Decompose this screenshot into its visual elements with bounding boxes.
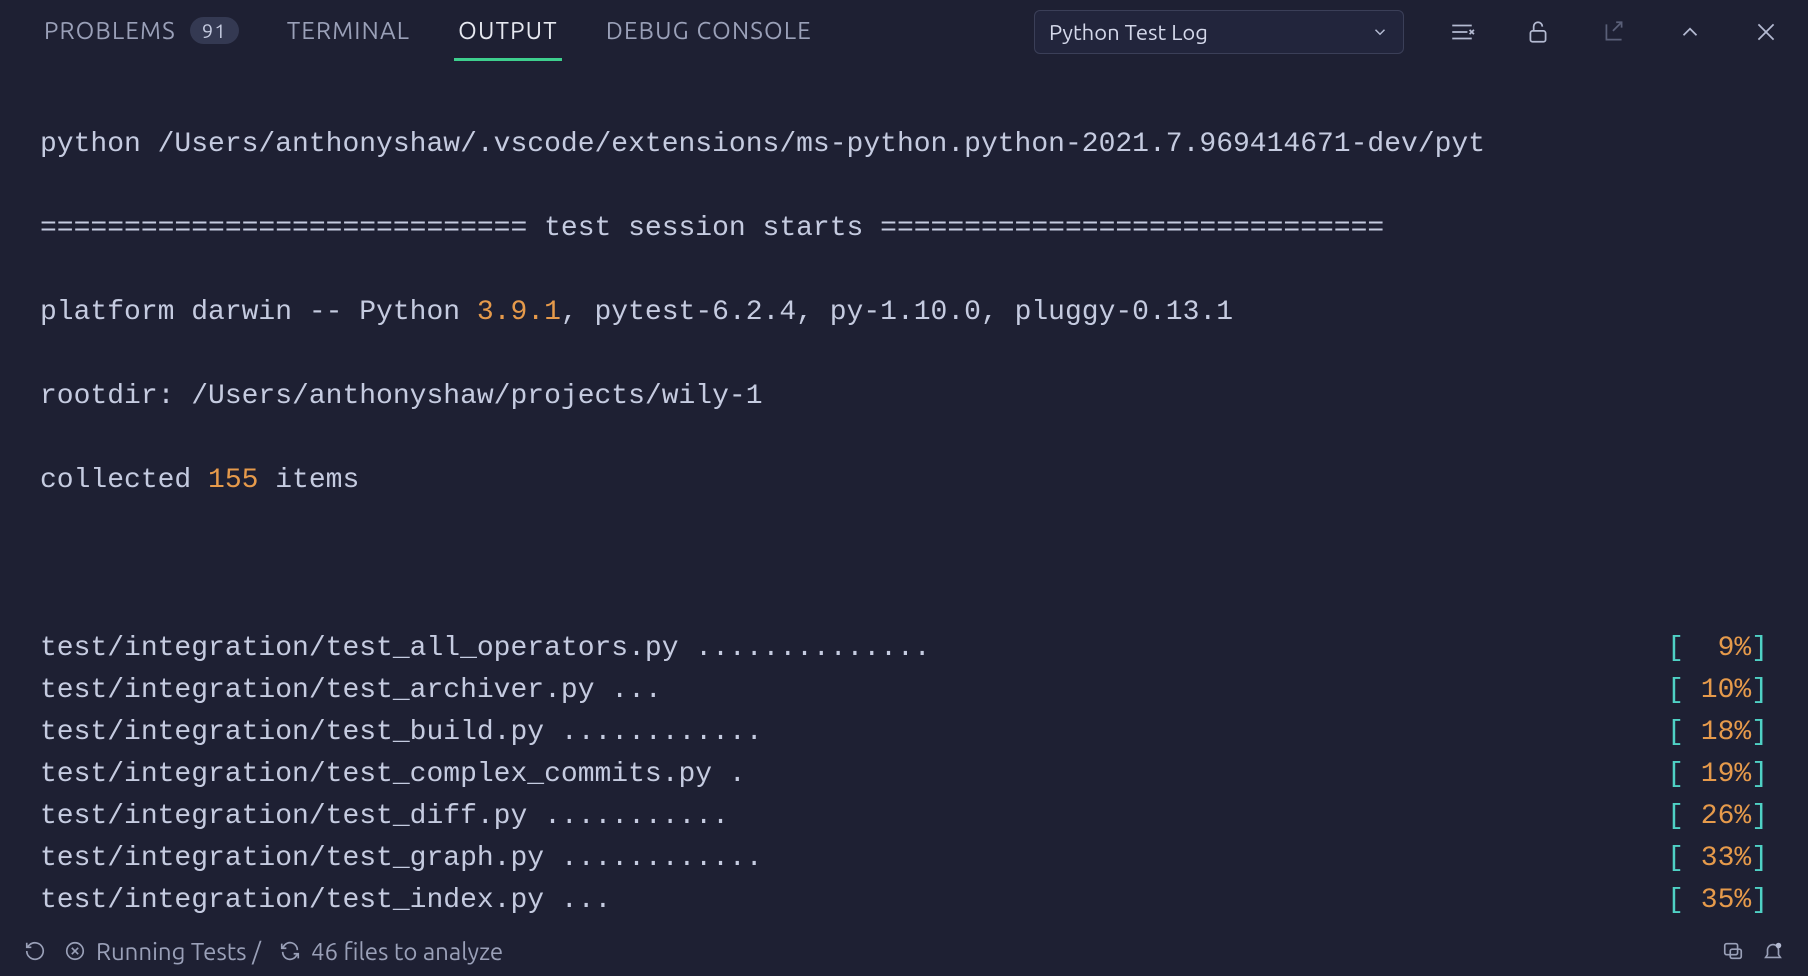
tab-problems[interactable]: PROBLEMS 91	[40, 3, 243, 61]
panel-tabs: PROBLEMS 91 TERMINAL OUTPUT DEBUG CONSOL…	[0, 0, 1808, 64]
close-panel-icon[interactable]	[1748, 14, 1784, 50]
maximize-panel-icon[interactable]	[1672, 14, 1708, 50]
test-result-line: test/integration/test_diff.py ..........…	[40, 796, 1768, 838]
blank-line	[40, 544, 1768, 586]
tab-terminal[interactable]: TERMINAL	[283, 3, 414, 61]
test-percent: [ 35%]	[1667, 880, 1768, 922]
test-result-line: test/integration/test_archiver.py ... [ 1…	[40, 670, 1768, 712]
tab-debug-console[interactable]: DEBUG CONSOLE	[602, 3, 816, 61]
status-history-icon[interactable]	[24, 940, 46, 962]
test-result-line: test/integration/test_all_operators.py .…	[40, 628, 1768, 670]
test-result-line: test/integration/test_complex_commits.py…	[40, 754, 1768, 796]
test-percent: [ 18%]	[1667, 712, 1768, 754]
test-path: test/integration/test_complex_commits.py…	[40, 754, 746, 796]
problems-count-badge: 91	[190, 17, 239, 44]
open-log-file-icon[interactable]	[1596, 14, 1632, 50]
test-result-line: test/integration/test_graph.py .........…	[40, 838, 1768, 880]
output-rootdir-line: rootdir: /Users/anthonyshaw/projects/wil…	[40, 376, 1768, 418]
tab-terminal-label: TERMINAL	[287, 17, 410, 44]
tab-debug-label: DEBUG CONSOLE	[606, 17, 812, 44]
tab-output[interactable]: OUTPUT	[454, 3, 562, 61]
output-command-line: python /Users/anthonyshaw/.vscode/extens…	[40, 124, 1768, 166]
lock-scroll-icon[interactable]	[1520, 14, 1556, 50]
test-percent: [ 19%]	[1667, 754, 1768, 796]
output-channel-selected: Python Test Log	[1049, 20, 1208, 45]
status-running-label: Running Tests /	[96, 938, 261, 965]
status-feedback-icon[interactable]	[1722, 940, 1744, 962]
collected-count: 155	[208, 465, 258, 496]
status-bell-icon[interactable]	[1762, 940, 1784, 962]
status-files-analyze[interactable]: 46 files to analyze	[279, 938, 503, 965]
status-bar: Running Tests / 46 files to analyze	[0, 926, 1808, 976]
test-results-list: test/integration/test_all_operators.py .…	[40, 628, 1768, 926]
tab-problems-label: PROBLEMS	[44, 17, 176, 44]
test-path: test/integration/test_index.py ...	[40, 880, 611, 922]
test-path: test/integration/test_build.py .........…	[40, 712, 763, 754]
test-result-line: test/integration/test_index.py ... [ 35%]	[40, 880, 1768, 922]
platform-prefix: platform darwin -- Python	[40, 297, 477, 328]
collected-pre: collected	[40, 465, 208, 496]
status-running-tests[interactable]: Running Tests /	[64, 938, 261, 965]
tab-output-label: OUTPUT	[458, 17, 558, 44]
collected-post: items	[258, 465, 359, 496]
test-percent: [ 10%]	[1667, 670, 1768, 712]
close-circle-icon	[64, 940, 86, 962]
test-path: test/integration/test_archiver.py ...	[40, 670, 662, 712]
output-platform-line: platform darwin -- Python 3.9.1, pytest-…	[40, 292, 1768, 334]
output-panel: PROBLEMS 91 TERMINAL OUTPUT DEBUG CONSOL…	[0, 0, 1808, 976]
test-path: test/integration/test_graph.py .........…	[40, 838, 763, 880]
test-percent: [ 9%]	[1667, 628, 1768, 670]
test-path: test/integration/test_diff.py ..........…	[40, 796, 729, 838]
output-collected-line: collected 155 items	[40, 460, 1768, 502]
platform-suffix: , pytest-6.2.4, py-1.10.0, pluggy-0.13.1	[561, 297, 1233, 328]
test-path: test/integration/test_all_operators.py .…	[40, 628, 931, 670]
output-text[interactable]: python /Users/anthonyshaw/.vscode/extens…	[0, 64, 1808, 926]
chevron-down-icon	[1371, 23, 1389, 41]
output-session-line: ============================= test sessi…	[40, 208, 1768, 250]
status-analyze-label: 46 files to analyze	[311, 938, 503, 965]
test-percent: [ 33%]	[1667, 838, 1768, 880]
clear-output-icon[interactable]	[1444, 14, 1480, 50]
test-result-line: test/integration/test_build.py .........…	[40, 712, 1768, 754]
refresh-icon	[279, 940, 301, 962]
test-percent: [ 26%]	[1667, 796, 1768, 838]
python-version: 3.9.1	[477, 297, 561, 328]
output-channel-dropdown[interactable]: Python Test Log	[1034, 10, 1404, 54]
